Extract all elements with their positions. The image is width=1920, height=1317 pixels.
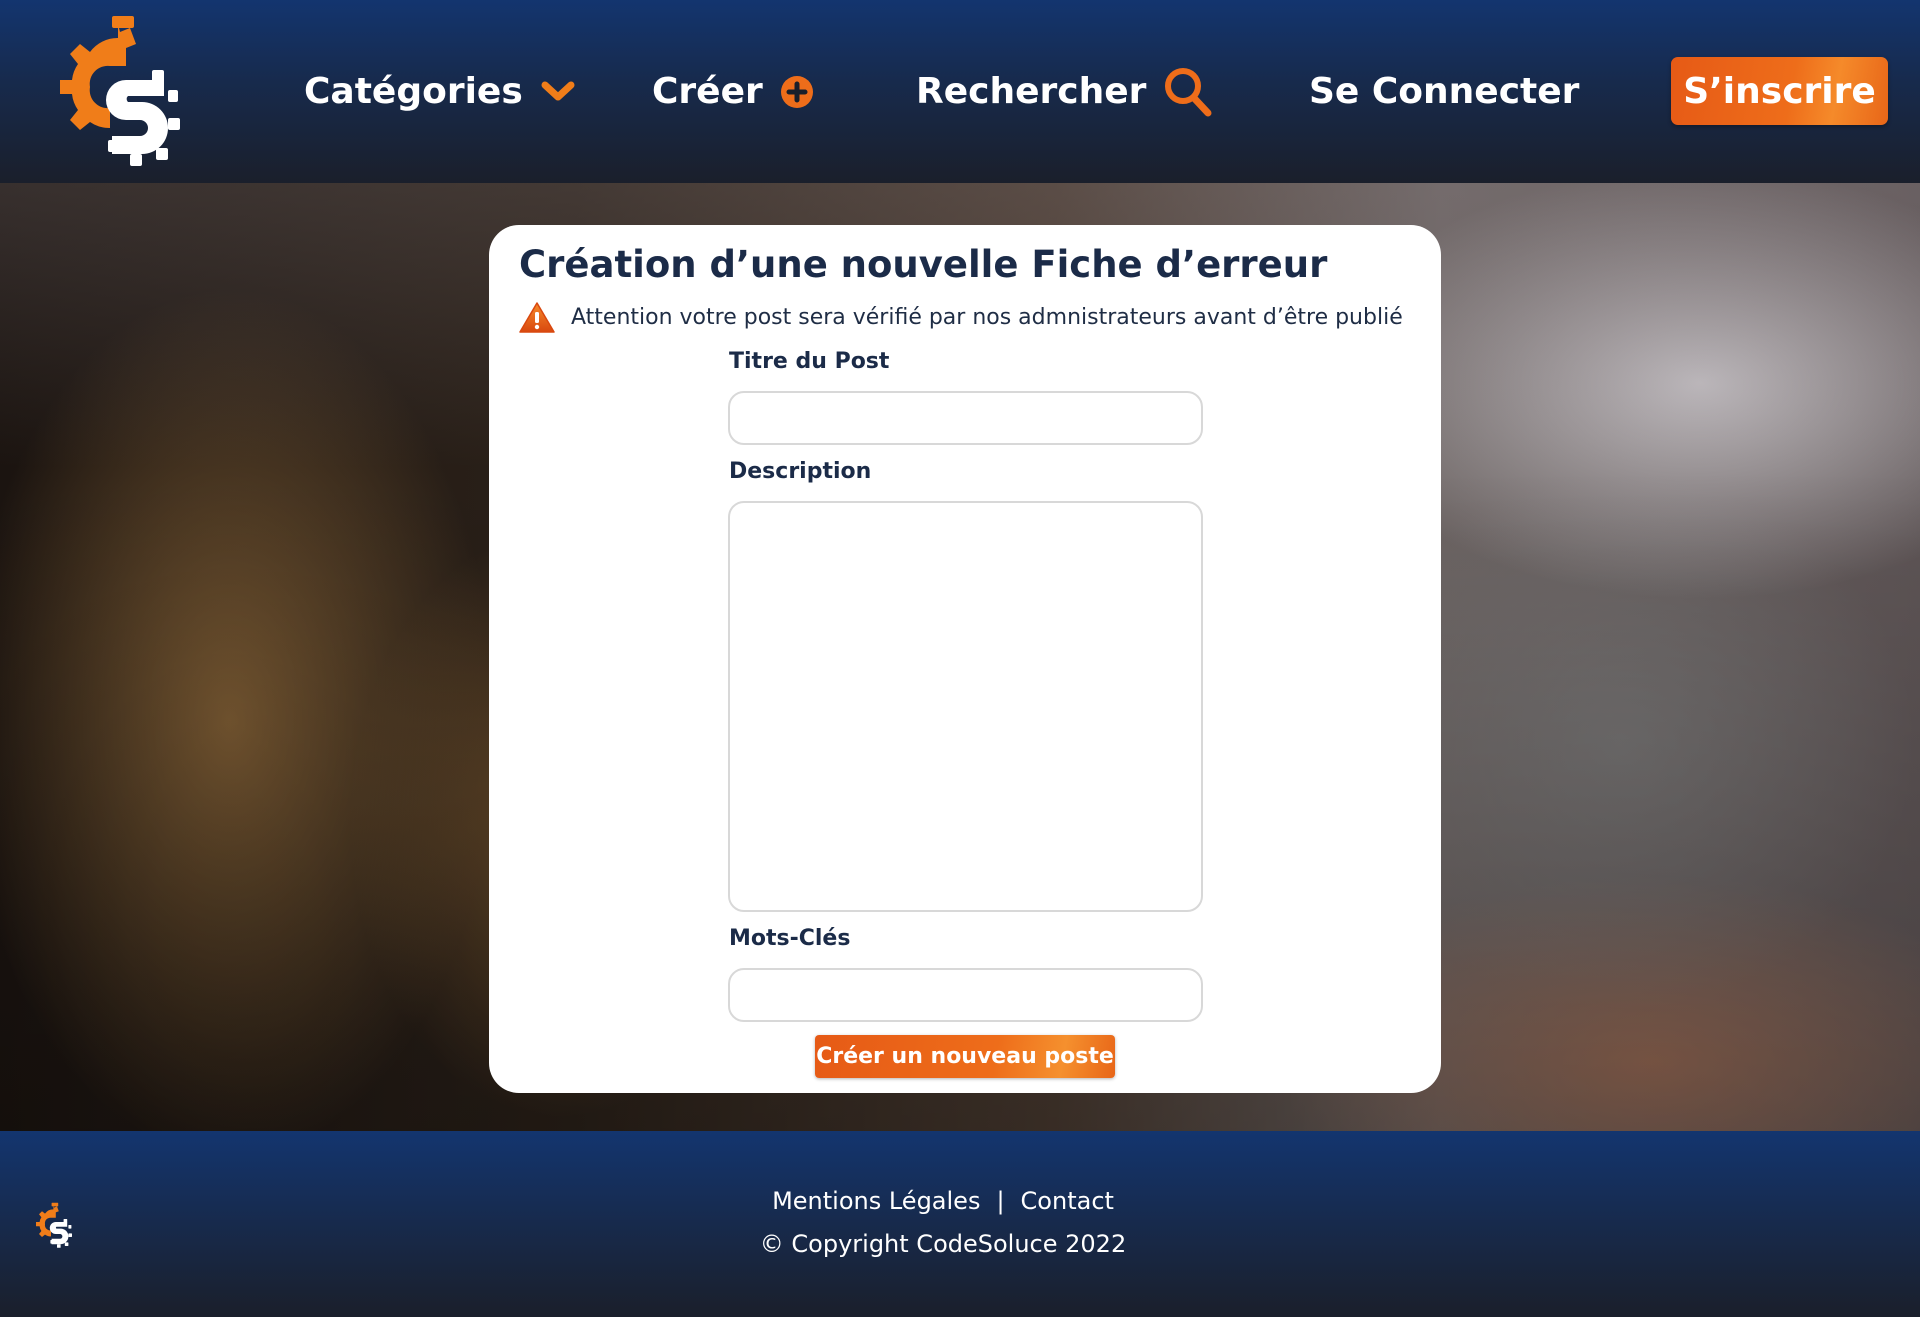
footer-links: Mentions Légales | Contact xyxy=(0,1187,1886,1215)
signup-button[interactable]: S’inscrire xyxy=(1671,57,1888,125)
post-title-label: Titre du Post xyxy=(729,349,890,374)
nav-search[interactable]: Rechercher xyxy=(916,0,1212,183)
description-label: Description xyxy=(729,459,872,484)
nav-create[interactable]: Créer xyxy=(652,0,813,183)
nav-categories[interactable]: Catégories xyxy=(304,0,575,183)
create-post-card: Création d’une nouvelle Fiche d’erreur A… xyxy=(489,225,1441,1093)
site-footer: Mentions Légales | Contact © Copyright Cod… xyxy=(0,1131,1920,1317)
nav-create-label: Créer xyxy=(652,71,763,112)
page-title: Création d’une nouvelle Fiche d’erreur xyxy=(519,243,1328,286)
site-header: Catégories Créer Rechercher Se Connecter… xyxy=(0,0,1920,183)
nav-search-label: Rechercher xyxy=(916,71,1147,112)
keywords-label: Mots-Clés xyxy=(729,926,851,951)
chevron-down-icon xyxy=(541,81,575,103)
footer-separator: | xyxy=(996,1187,1005,1215)
legal-link[interactable]: Mentions Légales xyxy=(772,1187,980,1215)
description-textarea[interactable] xyxy=(728,501,1203,912)
plus-circle-icon xyxy=(780,75,813,108)
codesoluce-logo[interactable] xyxy=(60,14,180,166)
create-post-button[interactable]: Créer un nouveau poste xyxy=(815,1035,1115,1078)
nav-login[interactable]: Se Connecter xyxy=(1309,0,1579,183)
nav-login-label: Se Connecter xyxy=(1309,71,1580,112)
warning-icon xyxy=(519,302,555,333)
warning-notice: Attention votre post sera vérifié par no… xyxy=(519,301,1403,333)
search-icon xyxy=(1164,67,1212,117)
post-title-input[interactable] xyxy=(728,391,1203,445)
keywords-input[interactable] xyxy=(728,968,1203,1022)
warning-text: Attention votre post sera vérifié par no… xyxy=(571,304,1403,330)
copyright-text: © Copyright CodeSoluce 2022 xyxy=(759,1230,1127,1258)
contact-link[interactable]: Contact xyxy=(1021,1187,1114,1215)
nav-categories-label: Catégories xyxy=(304,71,523,112)
